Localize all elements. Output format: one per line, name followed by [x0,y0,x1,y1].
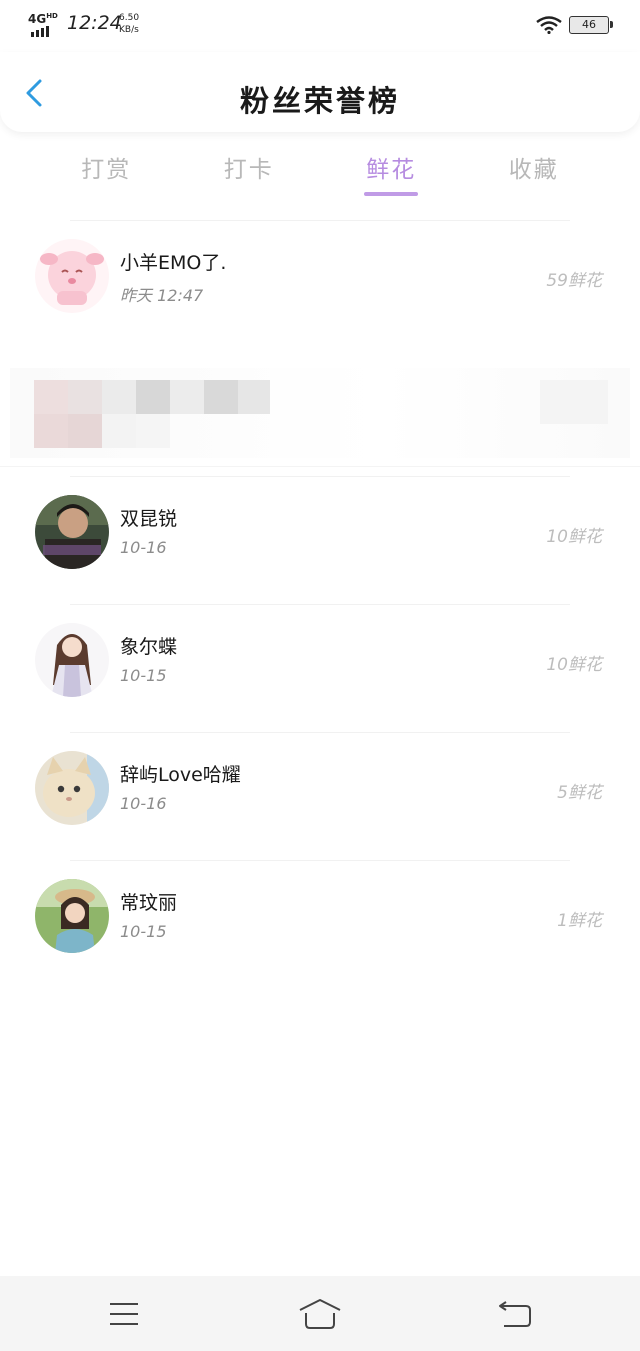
tab-tip[interactable]: 打赏 [35,150,178,200]
fan-list: 小羊EMO了. 昨天 12:47 59鲜花 双昆锐 10-16 10鲜花 象尔蝶… [0,220,640,988]
signal-icon [31,26,49,37]
flower-count: 59鲜花 [546,271,602,291]
divider [70,732,570,733]
blur-pixel [540,380,608,424]
tab-favorites[interactable]: 收藏 [463,150,606,200]
fan-name: 象尔蝶 [120,636,178,658]
avatar[interactable] [35,879,109,953]
network-speed: 6.50 KB/s [119,13,140,35]
clock: 12:24 [67,12,122,34]
blur-pixel [136,380,170,414]
tab-bar: 打赏 打卡 鲜花 收藏 [35,150,605,200]
divider [70,860,570,861]
tab-checkin[interactable]: 打卡 [178,150,321,200]
cat-photo-avatar-icon [35,751,109,825]
app-header: 粉丝荣誉榜 [0,52,640,132]
man-photo-avatar-icon [35,495,109,569]
fan-time: 昨天 12:47 [120,286,204,305]
fan-time: 10-15 [120,666,167,685]
system-nav-bar [0,1276,640,1351]
wifi-icon [536,16,562,34]
home-icon[interactable] [298,1296,342,1332]
battery-icon: 46 [569,16,613,34]
avatar[interactable] [35,239,109,313]
page-title: 粉丝荣誉榜 [239,84,400,118]
blur-pixel [238,380,270,414]
divider [70,220,570,221]
blur-pixel [34,380,68,414]
fan-name: 常玟丽 [120,892,178,914]
list-item[interactable]: 双昆锐 10-16 10鲜花 [0,476,640,604]
menu-icon[interactable] [104,1296,144,1332]
network-indicator: 4GHD [28,12,58,26]
back-icon[interactable] [496,1296,536,1332]
fan-name: 小羊EMO了. [120,252,227,274]
list-item[interactable]: 小羊EMO了. 昨天 12:47 59鲜花 [0,220,640,348]
flower-count: 10鲜花 [546,655,602,675]
fan-time: 10-15 [120,922,167,941]
divider [0,466,640,467]
flower-count: 10鲜花 [546,527,602,547]
divider [70,604,570,605]
anime-girl-avatar-icon [35,623,109,697]
blur-pixel [102,380,136,414]
avatar[interactable] [35,495,109,569]
fan-time: 10-16 [120,794,167,813]
avatar[interactable] [35,623,109,697]
flower-count: 5鲜花 [557,783,602,803]
fan-name: 双昆锐 [120,508,178,530]
tab-flowers[interactable]: 鲜花 [320,150,463,200]
list-item[interactable]: 象尔蝶 10-15 10鲜花 [0,604,640,732]
blur-pixel [204,380,238,414]
obscured-list-item [0,348,640,476]
avatar[interactable] [35,751,109,825]
fan-time: 10-16 [120,538,167,557]
blur-pixel [102,414,136,448]
list-item[interactable]: 常玟丽 10-15 1鲜花 [0,860,640,988]
status-bar: 4GHD 12:24 6.50 KB/s 46 [0,0,640,50]
blur-pixel [136,414,170,448]
fan-name: 辞屿Love哈耀 [120,764,241,786]
child-photo-avatar-icon [35,879,109,953]
blur-pixel [170,380,204,414]
blur-pixel [68,414,102,448]
list-item[interactable]: 辞屿Love哈耀 10-16 5鲜花 [0,732,640,860]
flower-count: 1鲜花 [557,911,602,931]
divider [70,476,570,477]
blur-pixel [34,414,68,448]
blur-pixel [68,380,102,414]
pink-sheep-avatar-icon [35,239,109,313]
